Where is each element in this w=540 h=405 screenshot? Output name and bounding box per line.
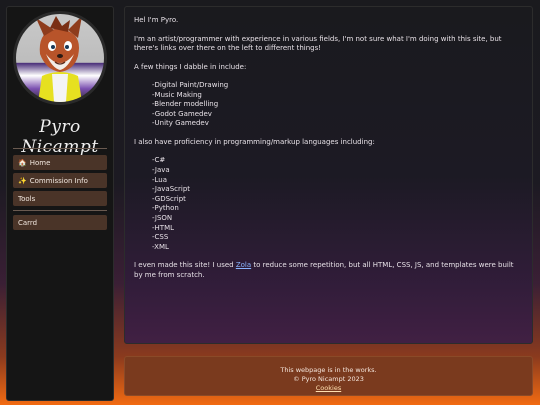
house-icon: 🏠 <box>18 158 27 167</box>
list-item: -Java <box>152 166 170 175</box>
divider <box>13 210 107 211</box>
nav-commission-info[interactable]: ✨ Commission Info <box>13 173 107 188</box>
nav-tools[interactable]: Tools <box>13 191 107 206</box>
list-item: -Music Making <box>152 90 202 99</box>
list-item: -GDScript <box>152 194 186 203</box>
closing-text-before: I even made this site! I used <box>134 261 236 270</box>
list-item: -Python <box>152 204 179 213</box>
cookies-link[interactable]: Cookies <box>316 384 341 392</box>
nav-home-label: Home <box>29 158 51 167</box>
closing-paragraph: I even made this site! I used Zola to re… <box>134 261 523 280</box>
link-carrd-label: Carrd <box>18 218 38 227</box>
sparkle-icon: ✨ <box>18 176 27 185</box>
footer-copyright: © Pyro Nicampt 2023 <box>293 375 364 383</box>
intro-paragraph: I'm an artist/programmer with experience… <box>134 34 502 53</box>
list-item: -XML <box>152 242 169 251</box>
list-item: -JavaScript <box>152 185 191 194</box>
sidebar: Pyro Nicampt 🏠 Home ✨ Commission Info To… <box>6 6 114 401</box>
nav-tools-label: Tools <box>18 194 36 203</box>
list-item: -C# <box>152 156 166 165</box>
divider <box>13 148 107 149</box>
list-item: -Unity Gamedev <box>152 119 209 128</box>
footer: This webpage is in the works. © Pyro Nic… <box>124 356 533 396</box>
nav-commission-info-label: Commission Info <box>29 176 88 185</box>
list-item: -Godot Gamedev <box>152 109 212 118</box>
languages-list: -C# -Java -Lua -JavaScript -GDScript -Py… <box>134 156 523 252</box>
link-carrd[interactable]: Carrd <box>13 215 107 230</box>
list-item: -JSON <box>152 214 173 223</box>
main-content: Hel I'm Pyro. I'm an artist/programmer w… <box>124 6 533 344</box>
dabble-heading: A few things I dabble in include: <box>134 62 247 71</box>
languages-heading: I also have proficiency in programming/m… <box>134 137 375 146</box>
avatar <box>13 11 107 105</box>
fox-character-icon <box>36 16 82 102</box>
nav-home[interactable]: 🏠 Home <box>13 155 107 170</box>
zola-link[interactable]: Zola <box>236 261 251 269</box>
dabble-list: -Digital Paint/Drawing -Music Making -Bl… <box>134 81 523 129</box>
list-item: -Blender modelling <box>152 100 219 109</box>
list-item: -Digital Paint/Drawing <box>152 81 229 89</box>
list-item: -Lua <box>152 175 168 184</box>
list-item: -CSS <box>152 233 169 242</box>
greeting: Hel I'm Pyro. <box>134 16 179 24</box>
site-title: Pyro Nicampt <box>21 117 99 157</box>
footer-status: This webpage is in the works. <box>280 366 377 374</box>
list-item: -HTML <box>152 223 175 232</box>
